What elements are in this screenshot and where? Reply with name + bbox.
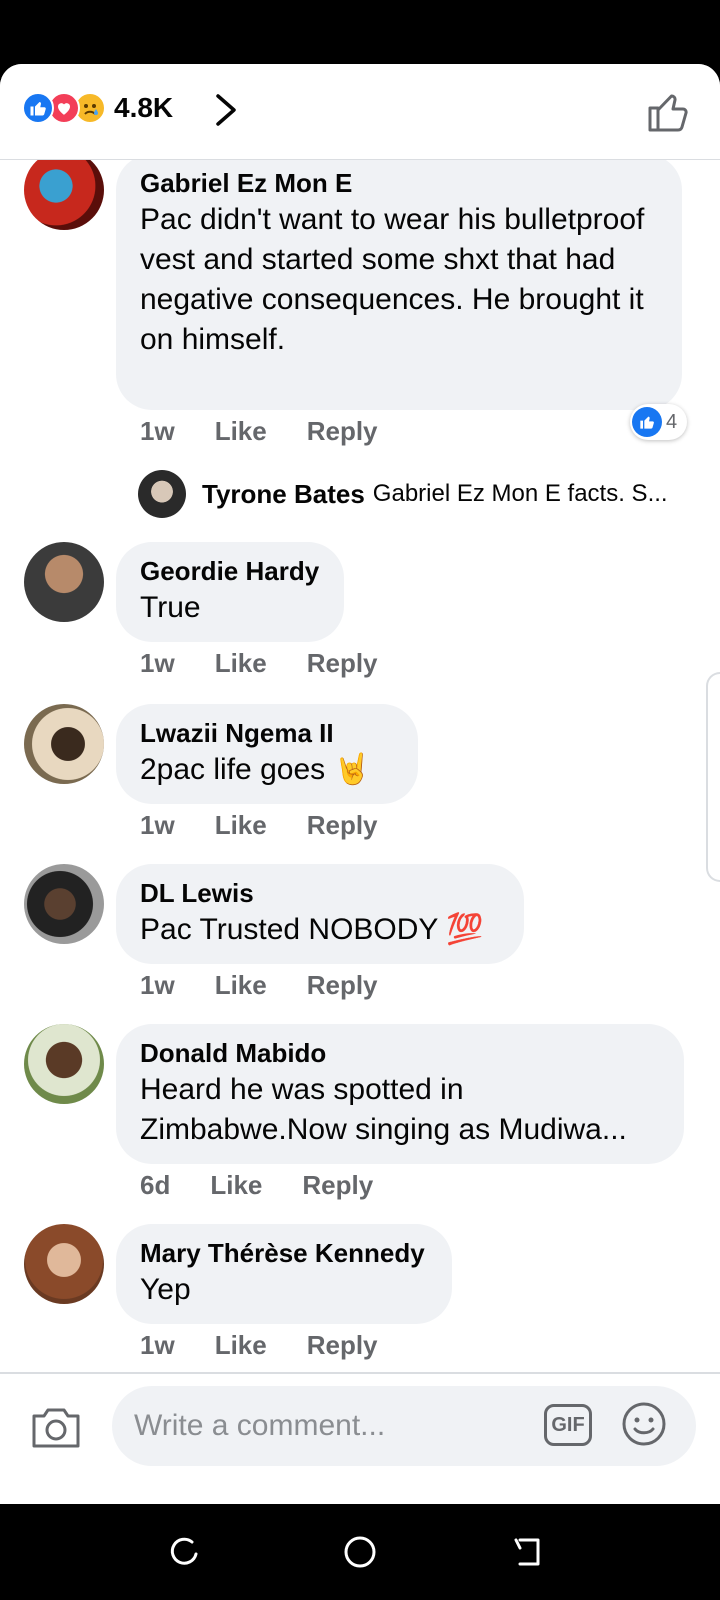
comment-time[interactable]: 1w xyxy=(140,810,175,841)
back-icon[interactable] xyxy=(510,1534,546,1570)
like-button[interactable]: Like xyxy=(215,970,267,1001)
comment-time[interactable]: 6d xyxy=(140,1170,170,1201)
comment-composer: GIF xyxy=(0,1372,720,1476)
reply-button[interactable]: Reply xyxy=(302,1170,373,1201)
comment-author[interactable]: Donald Mabido xyxy=(140,1036,660,1070)
side-panel-handle[interactable] xyxy=(706,672,720,882)
reply-button[interactable]: Reply xyxy=(307,416,378,447)
like-button[interactable]: Like xyxy=(215,810,267,841)
comment-meta: 1w Like Reply xyxy=(140,810,378,841)
reply-preview[interactable]: Tyrone Bates Gabriel Ez Mon E facts. S..… xyxy=(138,470,698,518)
gif-button[interactable]: GIF xyxy=(544,1404,592,1446)
comment-bubble[interactable]: Geordie Hardy True xyxy=(116,542,344,642)
reactions-header: 4.8K xyxy=(0,64,720,160)
reaction-count: 4.8K xyxy=(114,92,174,123)
comment-text: True xyxy=(140,591,201,624)
home-icon[interactable] xyxy=(342,1534,378,1570)
comment-meta: 1w Like Reply xyxy=(140,648,378,679)
avatar[interactable] xyxy=(24,864,104,944)
avatar[interactable] xyxy=(24,1224,104,1304)
comment-text: Pac Trusted NOBODY 💯 xyxy=(140,913,484,946)
comments-sheet: 4.8K Gabriel Ez Mon E Pac didn't want to… xyxy=(0,64,720,1504)
avatar xyxy=(138,470,186,518)
comment-text: Pac didn't want to wear his bulletproof … xyxy=(140,203,645,356)
comment-reaction-count: 4 xyxy=(666,410,678,433)
comment-meta: 1w Like Reply xyxy=(140,1330,378,1361)
comment-bubble[interactable]: Mary Thérèse Kennedy Yep xyxy=(116,1224,452,1324)
comment-bubble[interactable]: DL Lewis Pac Trusted NOBODY 💯 xyxy=(116,864,524,964)
reply-button[interactable]: Reply xyxy=(307,648,378,679)
comment-time[interactable]: 1w xyxy=(140,1330,175,1361)
comment-meta: 1w Like Reply xyxy=(140,970,378,1001)
avatar[interactable] xyxy=(24,150,104,230)
comment-author[interactable]: Mary Thérèse Kennedy xyxy=(140,1236,428,1270)
reactions-summary[interactable]: 4.8K xyxy=(22,92,173,124)
reply-author[interactable]: Tyrone Bates xyxy=(202,479,365,510)
reply-text: Gabriel Ez Mon E facts. S... xyxy=(372,480,668,507)
comment-meta: 6d Like Reply xyxy=(140,1170,373,1201)
emoji-icon[interactable] xyxy=(620,1400,668,1448)
comment-time[interactable]: 1w xyxy=(140,648,175,679)
like-button[interactable]: Like xyxy=(215,1330,267,1361)
comment-time[interactable]: 1w xyxy=(140,416,175,447)
navigation-bar xyxy=(0,1504,720,1600)
camera-icon[interactable] xyxy=(30,1402,82,1450)
comment-text: 2pac life goes 🤘 xyxy=(140,753,371,786)
reply-button[interactable]: Reply xyxy=(307,970,378,1001)
comment-author[interactable]: Lwazii Ngema II xyxy=(140,716,394,750)
comment-text: Yep xyxy=(140,1273,191,1306)
comment-bubble[interactable]: Gabriel Ez Mon E Pac didn't want to wear… xyxy=(116,154,682,410)
comment-text: Heard he was spotted in Zimbabwe.Now sin… xyxy=(140,1073,627,1146)
reply-button[interactable]: Reply xyxy=(307,810,378,841)
comment-author[interactable]: Gabriel Ez Mon E xyxy=(140,166,658,200)
comment-bubble[interactable]: Lwazii Ngema II 2pac life goes 🤘 xyxy=(116,704,418,804)
avatar[interactable] xyxy=(24,704,104,784)
like-button[interactable]: Like xyxy=(215,416,267,447)
like-button[interactable]: Like xyxy=(210,1170,262,1201)
status-bar xyxy=(0,0,720,64)
avatar[interactable] xyxy=(24,1024,104,1104)
like-reaction-icon xyxy=(632,407,662,437)
comment-meta: 1w Like Reply xyxy=(140,416,378,447)
comment-input-box[interactable]: GIF xyxy=(112,1386,696,1466)
comment-author[interactable]: DL Lewis xyxy=(140,876,500,910)
like-reaction-icon xyxy=(22,92,54,124)
comment-author[interactable]: Geordie Hardy xyxy=(140,554,320,588)
comment-time[interactable]: 1w xyxy=(140,970,175,1001)
recent-apps-icon[interactable] xyxy=(166,1534,202,1570)
comment-reaction-badge[interactable]: 4 xyxy=(630,404,688,440)
chevron-right-icon[interactable] xyxy=(210,92,242,128)
reply-button[interactable]: Reply xyxy=(307,1330,378,1361)
comment-bubble[interactable]: Donald Mabido Heard he was spotted in Zi… xyxy=(116,1024,684,1164)
comment-input[interactable] xyxy=(134,1404,514,1448)
thumbs-up-outline-icon[interactable] xyxy=(646,90,690,134)
like-button[interactable]: Like xyxy=(215,648,267,679)
avatar[interactable] xyxy=(24,542,104,622)
